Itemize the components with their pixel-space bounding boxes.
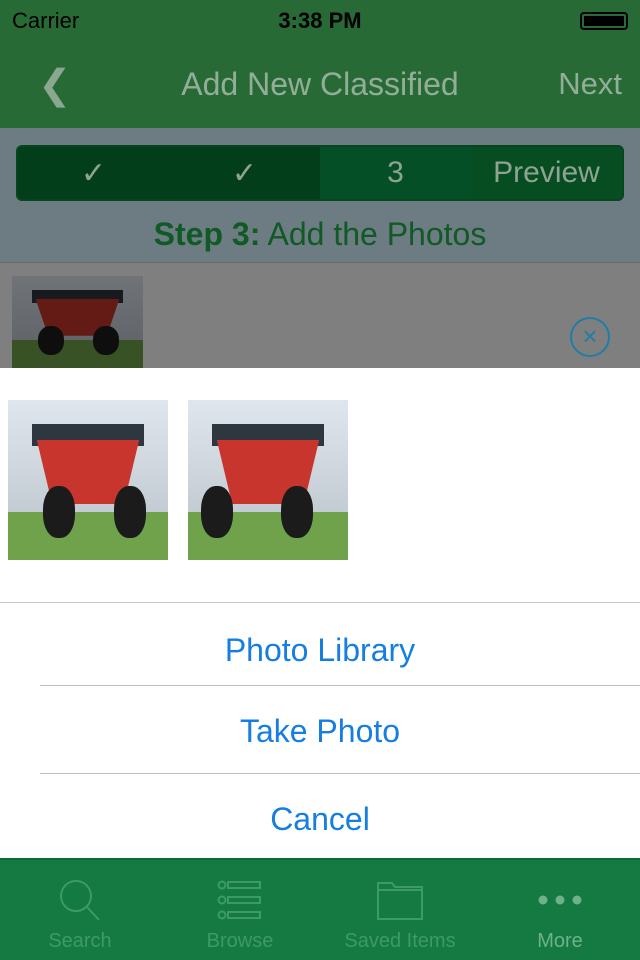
recent-photo-1[interactable] <box>8 400 168 560</box>
page-title: Add New Classified <box>181 66 459 102</box>
recent-photos <box>0 368 640 603</box>
action-sheet: Photo Library Take Photo Cancel <box>0 368 640 858</box>
tab-search[interactable]: Search <box>0 860 160 960</box>
folder-icon <box>320 870 480 930</box>
more-icon <box>480 870 640 930</box>
navigation-bar: Carrier 3:38 PM ❮ Add New Classified Nex… <box>0 0 640 128</box>
step-3[interactable]: 3 <box>320 147 471 199</box>
divider <box>40 685 640 686</box>
battery-icon <box>580 12 628 30</box>
take-photo-button[interactable]: Take Photo <box>0 689 640 773</box>
clock: 3:38 PM <box>278 8 362 33</box>
status-bar: Carrier 3:38 PM <box>0 0 640 40</box>
existing-photo[interactable] <box>12 276 143 368</box>
step-progress: ✓ ✓ 3 Preview <box>16 145 624 201</box>
photo-library-button[interactable]: Photo Library <box>0 608 640 692</box>
tab-label: More <box>537 930 583 952</box>
step-1[interactable]: ✓ <box>18 147 169 199</box>
tab-bar: Search Browse Saved Items More <box>0 858 640 960</box>
divider <box>40 773 640 774</box>
search-icon <box>0 870 160 930</box>
remove-photo-icon[interactable]: × <box>570 317 610 357</box>
tab-browse[interactable]: Browse <box>160 860 320 960</box>
tab-more[interactable]: More <box>480 860 640 960</box>
step-title: Step 3: Add the Photos <box>0 216 640 253</box>
step-number: Step 3: <box>153 216 261 252</box>
step-text: Add the Photos <box>267 216 487 252</box>
step-2[interactable]: ✓ <box>169 147 320 199</box>
step-preview[interactable]: Preview <box>471 147 622 199</box>
tab-label: Browse <box>206 930 274 952</box>
list-icon <box>160 870 320 930</box>
next-button[interactable]: Next <box>558 66 622 102</box>
tab-saved-items[interactable]: Saved Items <box>320 860 480 960</box>
tab-label: Saved Items <box>344 930 456 952</box>
tab-label: Search <box>48 930 112 952</box>
recent-photo-2[interactable] <box>188 400 348 560</box>
cancel-button[interactable]: Cancel <box>0 777 640 861</box>
